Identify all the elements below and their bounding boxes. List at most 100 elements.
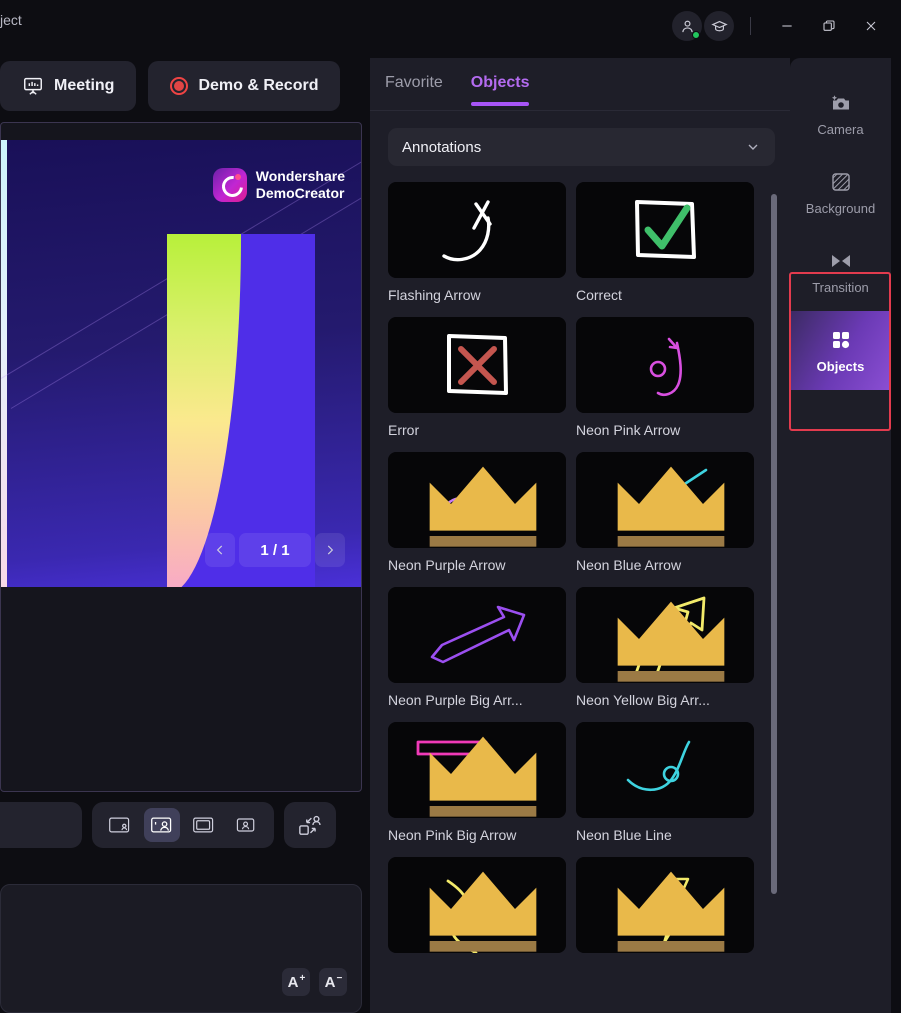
objects-panel: Favorite Objects Annotations Flashing Ar… bbox=[370, 58, 790, 1013]
object-thumbnail bbox=[388, 182, 566, 278]
object-cell[interactable]: Neon Pink Big Arrow bbox=[388, 722, 566, 843]
font-decrease-sign: − bbox=[336, 972, 343, 984]
object-cell[interactable]: Flashing Arrow bbox=[388, 182, 566, 303]
rail-item-objects[interactable]: Objects bbox=[790, 311, 891, 390]
slide-left-edge-gradient bbox=[1, 140, 7, 587]
premium-crown-icon bbox=[617, 466, 725, 547]
object-label: Neon Pink Big Arrow bbox=[388, 827, 517, 843]
rail-item-camera[interactable]: Camera bbox=[790, 74, 891, 153]
category-dropdown[interactable]: Annotations bbox=[388, 128, 775, 166]
object-cell[interactable] bbox=[576, 857, 754, 962]
object-label: Correct bbox=[576, 287, 622, 303]
minimize-button[interactable] bbox=[767, 7, 807, 45]
graduation-cap-icon bbox=[710, 20, 728, 31]
premium-crown-icon bbox=[429, 466, 537, 547]
font-increase-letter: A bbox=[287, 973, 299, 991]
rail-label-camera: Camera bbox=[817, 121, 864, 137]
object-thumbnail bbox=[576, 587, 754, 683]
object-label: Neon Blue Line bbox=[576, 827, 672, 843]
layout-pip-small-button[interactable] bbox=[102, 808, 138, 842]
correct-check-art bbox=[635, 200, 696, 259]
object-thumbnail bbox=[576, 722, 754, 818]
object-cell[interactable]: Neon Yellow Big Arr... bbox=[576, 587, 754, 708]
rail-label-background: Background bbox=[805, 200, 876, 216]
object-label: Neon Blue Arrow bbox=[576, 557, 682, 573]
right-rail: Camera Background Transition Objects bbox=[790, 58, 891, 1013]
layout-mode-group bbox=[92, 802, 274, 848]
chevron-left-icon bbox=[216, 545, 223, 555]
app-window: ject Meeting Demo & Record Wondershare D… bbox=[0, 0, 901, 1013]
page-navigator: 1 / 1 bbox=[205, 533, 345, 567]
prev-page-button[interactable] bbox=[205, 533, 235, 567]
premium-crown-icon bbox=[429, 736, 537, 817]
notes-panel[interactable]: A + A − bbox=[0, 884, 362, 1013]
object-cell[interactable] bbox=[388, 857, 566, 962]
premium-crown-icon bbox=[617, 871, 725, 952]
rail-label-objects: Objects bbox=[816, 358, 865, 374]
neon-pink-arrow-art bbox=[649, 337, 682, 397]
object-cell[interactable]: Neon Pink Arrow bbox=[576, 317, 754, 438]
object-cell[interactable]: Error bbox=[388, 317, 566, 438]
next-page-button[interactable] bbox=[315, 533, 345, 567]
person-only-icon bbox=[236, 818, 255, 832]
chevron-down-icon bbox=[748, 144, 758, 150]
rail-item-background[interactable]: Background bbox=[790, 153, 891, 232]
tab-favorite[interactable]: Favorite bbox=[385, 74, 443, 106]
account-avatar-button[interactable] bbox=[672, 11, 702, 41]
premium-crown-icon bbox=[429, 871, 537, 952]
object-thumbnail bbox=[388, 722, 566, 818]
object-cell[interactable]: Neon Purple Big Arr... bbox=[388, 587, 566, 708]
title-bar: ject bbox=[0, 0, 901, 52]
layout-toolbar bbox=[0, 802, 362, 848]
mode-button-bar: Meeting Demo & Record bbox=[0, 58, 370, 114]
font-decrease-letter: A bbox=[324, 973, 336, 991]
objects-scrollbar-thumb[interactable] bbox=[771, 194, 777, 894]
tutorial-button[interactable] bbox=[704, 11, 734, 41]
demo-record-button[interactable]: Demo & Record bbox=[148, 61, 341, 111]
layout-camera-only-button[interactable] bbox=[228, 808, 264, 842]
object-label: Neon Purple Big Arr... bbox=[388, 692, 523, 708]
object-label: Neon Pink Arrow bbox=[576, 422, 681, 438]
font-decrease-button[interactable]: A − bbox=[319, 968, 347, 996]
presentation-screen-icon bbox=[24, 77, 42, 95]
object-cell[interactable]: Correct bbox=[576, 182, 754, 303]
object-thumbnail bbox=[388, 317, 566, 413]
swap-layout-button[interactable] bbox=[284, 802, 336, 848]
transition-bowtie-icon bbox=[831, 254, 850, 267]
object-thumbnail bbox=[388, 587, 566, 683]
record-dot-icon bbox=[170, 77, 189, 95]
object-thumbnail bbox=[576, 317, 754, 413]
object-cell[interactable]: Neon Blue Line bbox=[576, 722, 754, 843]
object-label: Flashing Arrow bbox=[388, 287, 481, 303]
layout-pip-large-button[interactable] bbox=[144, 808, 180, 842]
object-cell[interactable]: Neon Blue Arrow bbox=[576, 452, 754, 573]
font-increase-sign: + bbox=[299, 972, 306, 984]
chevron-right-icon bbox=[327, 545, 334, 555]
layout-screen-only-button[interactable] bbox=[186, 808, 222, 842]
font-size-controls: A + A − bbox=[282, 968, 347, 996]
object-thumbnail bbox=[388, 857, 566, 953]
watermark-text: Wondershare DemoCreator bbox=[256, 168, 345, 201]
objects-grid: Flashing Arrow Correct Error Neon Pink A… bbox=[370, 182, 790, 962]
slide-canvas: Wondershare DemoCreator 1 / 1 bbox=[1, 140, 361, 587]
font-increase-button[interactable]: A + bbox=[282, 968, 310, 996]
neon-blue-line-art bbox=[626, 740, 691, 792]
tab-objects[interactable]: Objects bbox=[470, 74, 529, 106]
object-thumbnail bbox=[388, 452, 566, 548]
wondershare-watermark: Wondershare DemoCreator bbox=[212, 168, 345, 202]
toolbar-left-stub[interactable] bbox=[0, 802, 82, 848]
page-indicator: 1 / 1 bbox=[239, 533, 311, 567]
wondershare-logo-icon bbox=[212, 168, 247, 202]
object-thumbnail bbox=[576, 182, 754, 278]
swap-arrows-icon bbox=[299, 815, 321, 835]
meeting-button[interactable]: Meeting bbox=[0, 61, 137, 111]
object-thumbnail bbox=[576, 857, 754, 953]
object-cell[interactable]: Neon Purple Arrow bbox=[388, 452, 566, 573]
screen-with-large-person-icon bbox=[151, 817, 172, 833]
preview-stage[interactable]: Wondershare DemoCreator 1 / 1 bbox=[0, 122, 362, 792]
rail-item-transition[interactable]: Transition bbox=[790, 232, 891, 311]
maximize-button[interactable] bbox=[809, 7, 849, 45]
close-button[interactable] bbox=[851, 7, 891, 45]
objects-grid-scroll-area: Flashing Arrow Correct Error Neon Pink A… bbox=[370, 182, 790, 1013]
object-label: Neon Purple Arrow bbox=[388, 557, 506, 573]
